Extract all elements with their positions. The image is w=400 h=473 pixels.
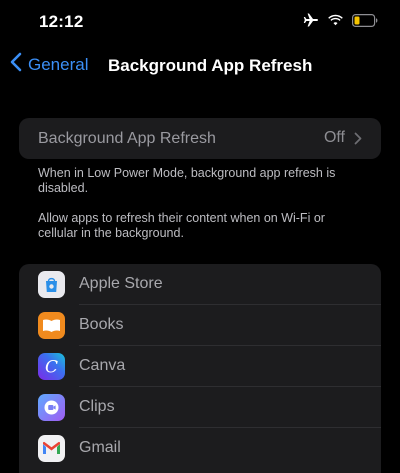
status-bar: 12:12 [0, 0, 400, 44]
back-button[interactable]: General [10, 52, 88, 77]
chevron-right-icon [354, 132, 362, 150]
setting-label: Background App Refresh [38, 130, 216, 147]
clips-icon [38, 394, 65, 421]
app-name: Books [79, 316, 124, 333]
battery-icon [352, 13, 378, 27]
app-name: Canva [79, 357, 126, 374]
list-item-clips[interactable]: Clips [19, 387, 381, 428]
chevron-left-icon [10, 52, 22, 77]
list-item-books[interactable]: Books [19, 305, 381, 346]
setting-value: Off [323, 129, 345, 146]
svg-text:C: C [45, 358, 58, 378]
navigation-bar: General Background App Refresh [0, 44, 400, 88]
list-item-canva[interactable]: C Canva [19, 346, 381, 387]
list-item-gmail[interactable]: Gmail [19, 428, 381, 469]
description-footnote: Allow apps to refresh their content when… [38, 211, 325, 240]
page-title: Background App Refresh [108, 56, 313, 75]
wifi-icon [328, 14, 343, 26]
low-power-footnote: When in Low Power Mode, background app r… [38, 166, 336, 195]
gmail-icon [38, 435, 65, 462]
status-time: 12:12 [39, 12, 84, 31]
back-label: General [28, 54, 89, 74]
airplane-icon [303, 13, 319, 27]
app-name: Gmail [79, 439, 121, 456]
apple-store-icon [38, 271, 65, 298]
list-item-apple-store[interactable]: Apple Store [19, 264, 381, 305]
status-icons [303, 13, 378, 27]
canva-icon: C [38, 353, 65, 380]
app-list: Apple Store Books C Canva Clips Gmail [19, 264, 381, 473]
books-icon [38, 312, 65, 339]
app-name: Apple Store [79, 275, 163, 292]
app-name: Clips [79, 398, 115, 415]
background-app-refresh-row[interactable]: Background App Refresh Off [19, 118, 381, 159]
